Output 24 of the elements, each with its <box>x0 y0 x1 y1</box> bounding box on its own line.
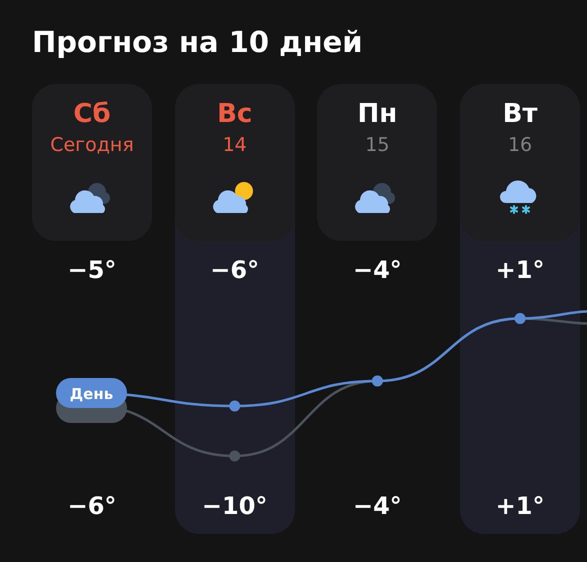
date-label: 14 <box>222 133 247 158</box>
night-temperature: −4° <box>352 491 402 521</box>
day-temperature: +1° <box>496 255 544 285</box>
day-card[interactable]: Вт 16 <box>460 84 580 241</box>
day-card[interactable]: Сб Сегодня <box>32 84 152 241</box>
data-point <box>229 450 240 462</box>
day-name: Пн <box>358 98 398 131</box>
night-temperature: +1° <box>496 491 544 521</box>
date-label: 15 <box>365 133 390 158</box>
date-label: Сегодня <box>50 133 134 158</box>
day-temperature: −6° <box>210 255 260 285</box>
date-label: 16 <box>508 133 532 158</box>
day-card[interactable]: Пн 15 <box>317 84 438 241</box>
day-name: Вт <box>502 98 538 131</box>
night-temperature: −10° <box>202 491 268 521</box>
day-name: Сб <box>73 98 111 131</box>
night-temperature: −6° <box>68 491 116 521</box>
legend-label: День <box>56 378 127 408</box>
forecast-title: Прогноз на 10 дней <box>32 24 363 61</box>
day-card[interactable]: Вс 14 <box>174 84 295 241</box>
data-point <box>229 400 240 412</box>
day-temperature: −5° <box>68 255 116 285</box>
day-temperature: −4° <box>352 255 402 285</box>
day-name: Вс <box>217 98 252 131</box>
